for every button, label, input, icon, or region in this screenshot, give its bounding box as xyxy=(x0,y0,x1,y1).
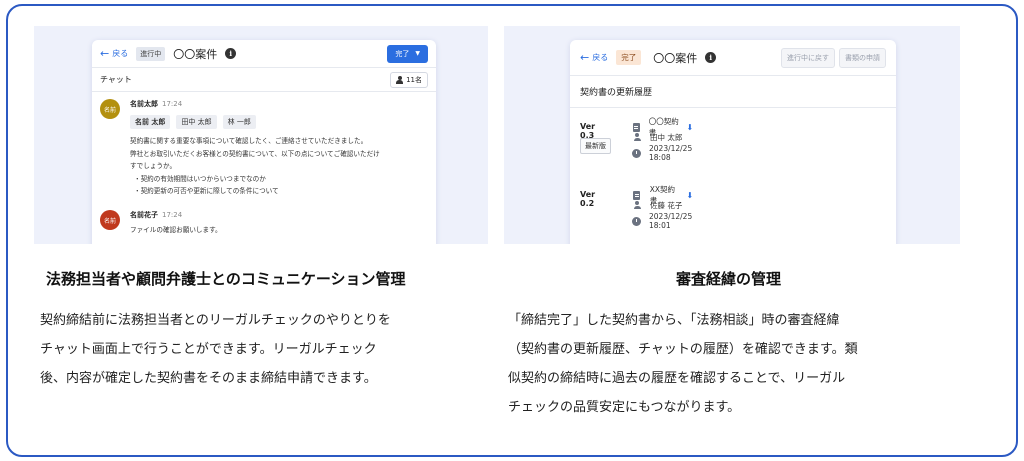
mention-chip: 田中 太郎 xyxy=(176,115,217,129)
caption-line: （契約書の更新履歴、チャットの履歴）を確認できます。類 xyxy=(508,342,858,357)
member-count: 11名 xyxy=(406,75,422,84)
clock-icon xyxy=(632,216,641,226)
caption-line: 似契約の締結時に過去の履歴を確認することで、リーガル xyxy=(508,371,846,386)
message-time: 17:24 xyxy=(162,211,183,219)
caption-line: 後、内容が確定した契約書をそのまま締結申請できます。 xyxy=(40,371,377,386)
arrow-left-icon: ← xyxy=(100,47,110,60)
message-line: ・契約の有効期間はいつからいつまでなのか xyxy=(134,174,266,183)
person-icon xyxy=(633,133,641,141)
message-line: ファイルの確認お願いします。 xyxy=(130,226,222,234)
caption-line: チャット画面上で行うことができます。リーガルチェック xyxy=(40,342,377,357)
mention-list: 名前 太郎 田中 太郎 林 一郎 xyxy=(130,115,430,129)
sender-name: 名前花子 xyxy=(130,211,158,219)
back-label: 戻る xyxy=(592,53,609,62)
caption-line: 「締結完了」した契約書から、「法務相談」時の審査経緯 xyxy=(508,313,840,328)
arrow-left-icon: ← xyxy=(580,51,590,64)
avatar: 名前 xyxy=(100,210,120,230)
page-title: 〇〇案件 xyxy=(653,51,698,65)
chat-screenshot-panel: ← 戻る 進行中 〇〇案件 i 完了 ▼ チャット 11名 名前 名前太郎 17… xyxy=(34,26,488,244)
document-icon xyxy=(633,190,641,200)
message-line: 弊社とお取引いただくお客様との契約書について、以下の点についてご確認いただけ xyxy=(130,149,380,158)
complete-button-label: 完了 xyxy=(395,49,410,58)
caret-down-icon: ▼ xyxy=(415,50,420,57)
history-card: ← 戻る 完了 〇〇案件 i 進行中に戻す 書類の申請 契約書の更新履歴 Ver… xyxy=(570,40,896,244)
back-label: 戻る xyxy=(112,49,129,58)
datetime: 2023/12/25 18:08 xyxy=(649,144,693,162)
left-caption-body: 契約締結前に法務担当者とのリーガルチェックのやりとりを チャット画面上で行うこと… xyxy=(40,306,391,393)
caption-line: チェックの品質安定にもつながります。 xyxy=(508,400,741,415)
person-icon xyxy=(396,75,404,84)
user-name: 佐藤 花子 xyxy=(650,200,683,210)
right-caption-body: 「締結完了」した契約書から、「法務相談」時の審査経緯 （契約書の更新履歴、チャッ… xyxy=(508,306,858,422)
info-icon[interactable]: i xyxy=(225,48,237,59)
right-caption-title: 審査経緯の管理 xyxy=(676,270,782,288)
datetime-row: 2023/12/25 18:08 xyxy=(632,142,693,164)
message-text: 契約書に関する重要な事項について確認したく、ご連絡させていただきました。 弊社と… xyxy=(130,135,430,198)
message-line: すでしょうか。 xyxy=(130,162,177,171)
history-screenshot-panel: ← 戻る 完了 〇〇案件 i 進行中に戻す 書類の申請 契約書の更新履歴 Ver… xyxy=(504,26,960,244)
status-badge: 進行中 xyxy=(136,46,166,61)
sender-name: 名前太郎 xyxy=(130,100,158,108)
section-label: チャット xyxy=(100,75,132,84)
download-icon[interactable]: ⬇ xyxy=(687,123,694,132)
status-badge: 完了 xyxy=(616,50,642,65)
revert-button[interactable]: 進行中に戻す xyxy=(781,47,835,68)
chat-subheader: チャット 11名 xyxy=(92,68,436,92)
person-icon xyxy=(633,201,641,209)
info-icon[interactable]: i xyxy=(705,52,717,63)
message-text: ファイルの確認お願いします。 xyxy=(130,224,430,237)
left-caption-title: 法務担当者や顧問弁護士とのコミュニケーション管理 xyxy=(46,270,406,288)
mention-chip: 名前 太郎 xyxy=(130,115,171,129)
page-title: 〇〇案件 xyxy=(173,47,218,61)
datetime: 2023/12/25 18:01 xyxy=(649,212,693,230)
members-button[interactable]: 11名 xyxy=(390,71,428,88)
chat-header: ← 戻る 進行中 〇〇案件 i 完了 ▼ xyxy=(92,40,436,68)
message-line: ・契約更新の可否や更新に際しての条件について xyxy=(134,187,279,196)
chat-card: ← 戻る 進行中 〇〇案件 i 完了 ▼ チャット 11名 名前 名前太郎 17… xyxy=(92,40,436,244)
message-line: 契約書に関する重要な事項について確認したく、ご連絡させていただきました。 xyxy=(130,137,368,145)
user-name: 田中 太郎 xyxy=(650,132,683,142)
document-icon xyxy=(632,122,640,132)
avatar: 名前 xyxy=(100,99,120,119)
latest-badge: 最新版 xyxy=(580,138,611,154)
history-header: ← 戻る 完了 〇〇案件 i 進行中に戻す 書類の申請 xyxy=(570,40,896,76)
complete-button[interactable]: 完了 ▼ xyxy=(387,44,428,63)
section-label: 契約書の更新履歴 xyxy=(570,76,896,108)
back-link[interactable]: ← 戻る xyxy=(100,48,128,59)
datetime-row: 2023/12/25 18:01 xyxy=(632,210,693,232)
clock-icon xyxy=(632,148,641,158)
mention-chip: 林 一郎 xyxy=(222,115,256,129)
message-time: 17:24 xyxy=(162,100,183,108)
back-link[interactable]: ← 戻る xyxy=(580,52,608,63)
download-icon[interactable]: ⬇ xyxy=(687,191,694,200)
version-label: Ver 0.2 xyxy=(580,190,596,208)
apply-button[interactable]: 書類の申請 xyxy=(839,47,886,68)
caption-line: 契約締結前に法務担当者とのリーガルチェックのやりとりを xyxy=(40,313,391,328)
